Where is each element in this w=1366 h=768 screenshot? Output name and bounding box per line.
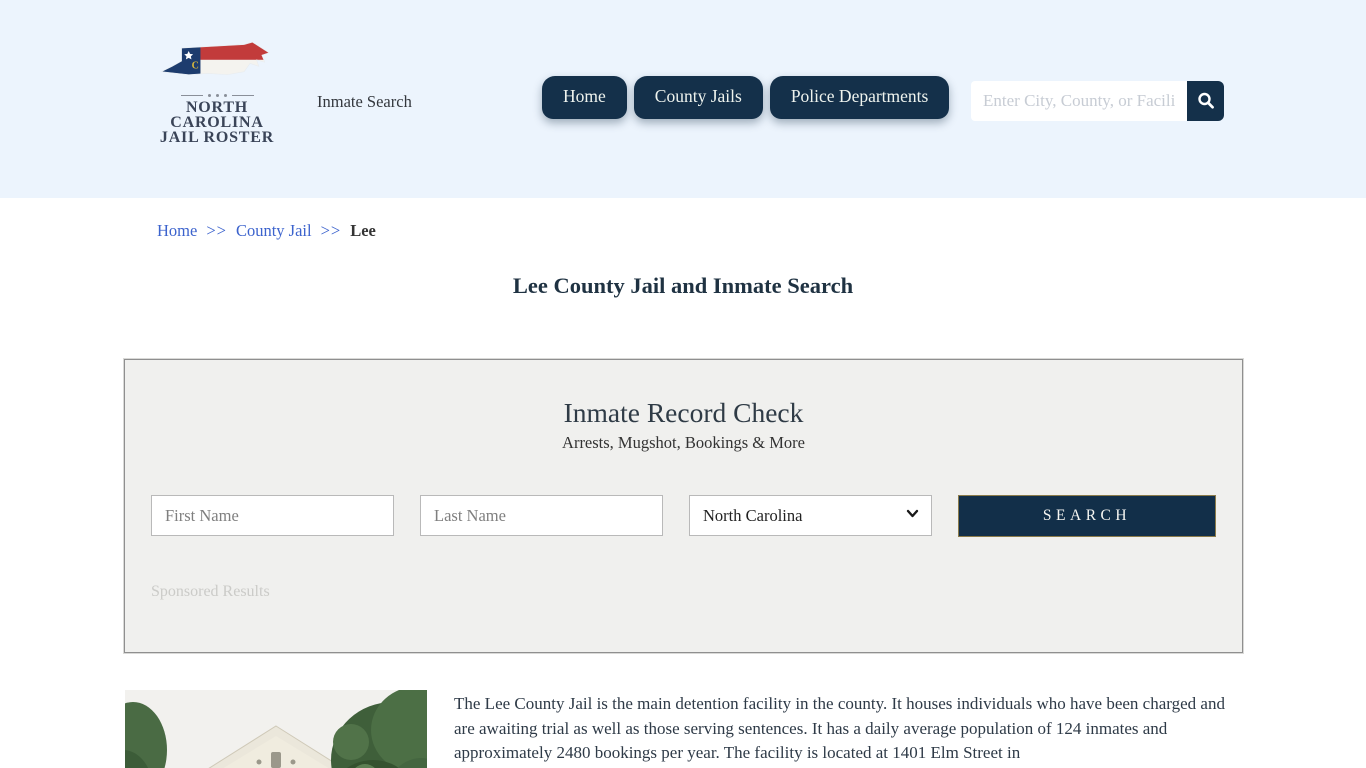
- breadcrumb-county-jail-link[interactable]: County Jail: [236, 221, 312, 240]
- sponsored-results-label: Sponsored Results: [151, 583, 270, 600]
- panel-heading: Inmate Record Check: [563, 397, 804, 428]
- breadcrumb-current: Lee: [350, 221, 376, 240]
- breadcrumb-home-link[interactable]: Home: [157, 221, 197, 240]
- facility-description: The Lee County Jail is the main detentio…: [454, 694, 1225, 763]
- site-tagline: Inmate Search: [317, 92, 412, 111]
- inmate-search-form: North Carolina SEARCH: [151, 495, 1217, 537]
- site-header: C NORTH CAROLINA JAIL ROSTER Inmate Sear…: [0, 0, 1366, 198]
- breadcrumb: Home >> County Jail >> Lee: [157, 221, 376, 241]
- search-button[interactable]: SEARCH: [958, 495, 1216, 537]
- logo-divider: [142, 94, 292, 97]
- last-name-field[interactable]: [420, 495, 663, 536]
- first-name-field[interactable]: [151, 495, 394, 536]
- nc-state-flag-icon: C: [160, 41, 270, 75]
- logo-text-line2: JAIL ROSTER: [159, 129, 275, 146]
- page-title: Lee County Jail and Inmate Search: [512, 273, 854, 298]
- nav-tab-home[interactable]: Home: [542, 76, 627, 119]
- content-section: LEE COUNTY COURTHOU: [125, 690, 1241, 768]
- inmate-record-check-panel: Inmate Record Check Arrests, Mugshot, Bo…: [123, 358, 1244, 654]
- main-nav: Home County Jails Police Departments: [542, 76, 956, 119]
- page: C NORTH CAROLINA JAIL ROSTER Inmate Sear…: [0, 0, 1366, 768]
- state-select-wrap: North Carolina: [689, 495, 932, 537]
- breadcrumb-separator: >>: [206, 221, 227, 240]
- courthouse-photo: LEE COUNTY COURTHOU: [125, 690, 427, 768]
- panel-subheading: Arrests, Mugshot, Bookings & More: [562, 433, 805, 452]
- site-logo[interactable]: C NORTH CAROLINA JAIL ROSTER: [142, 38, 292, 146]
- logo-text-line1: NORTH CAROLINA: [170, 99, 264, 131]
- nav-tab-police-departments[interactable]: Police Departments: [769, 76, 950, 119]
- header-search-button[interactable]: [1187, 81, 1224, 121]
- breadcrumb-separator: >>: [320, 221, 342, 240]
- search-icon: [1197, 92, 1214, 109]
- svg-text:C: C: [192, 61, 199, 72]
- header-search: [971, 81, 1224, 121]
- nav-tab-county-jails[interactable]: County Jails: [633, 76, 763, 119]
- state-select[interactable]: North Carolina: [689, 495, 932, 536]
- header-search-input[interactable]: [971, 81, 1187, 121]
